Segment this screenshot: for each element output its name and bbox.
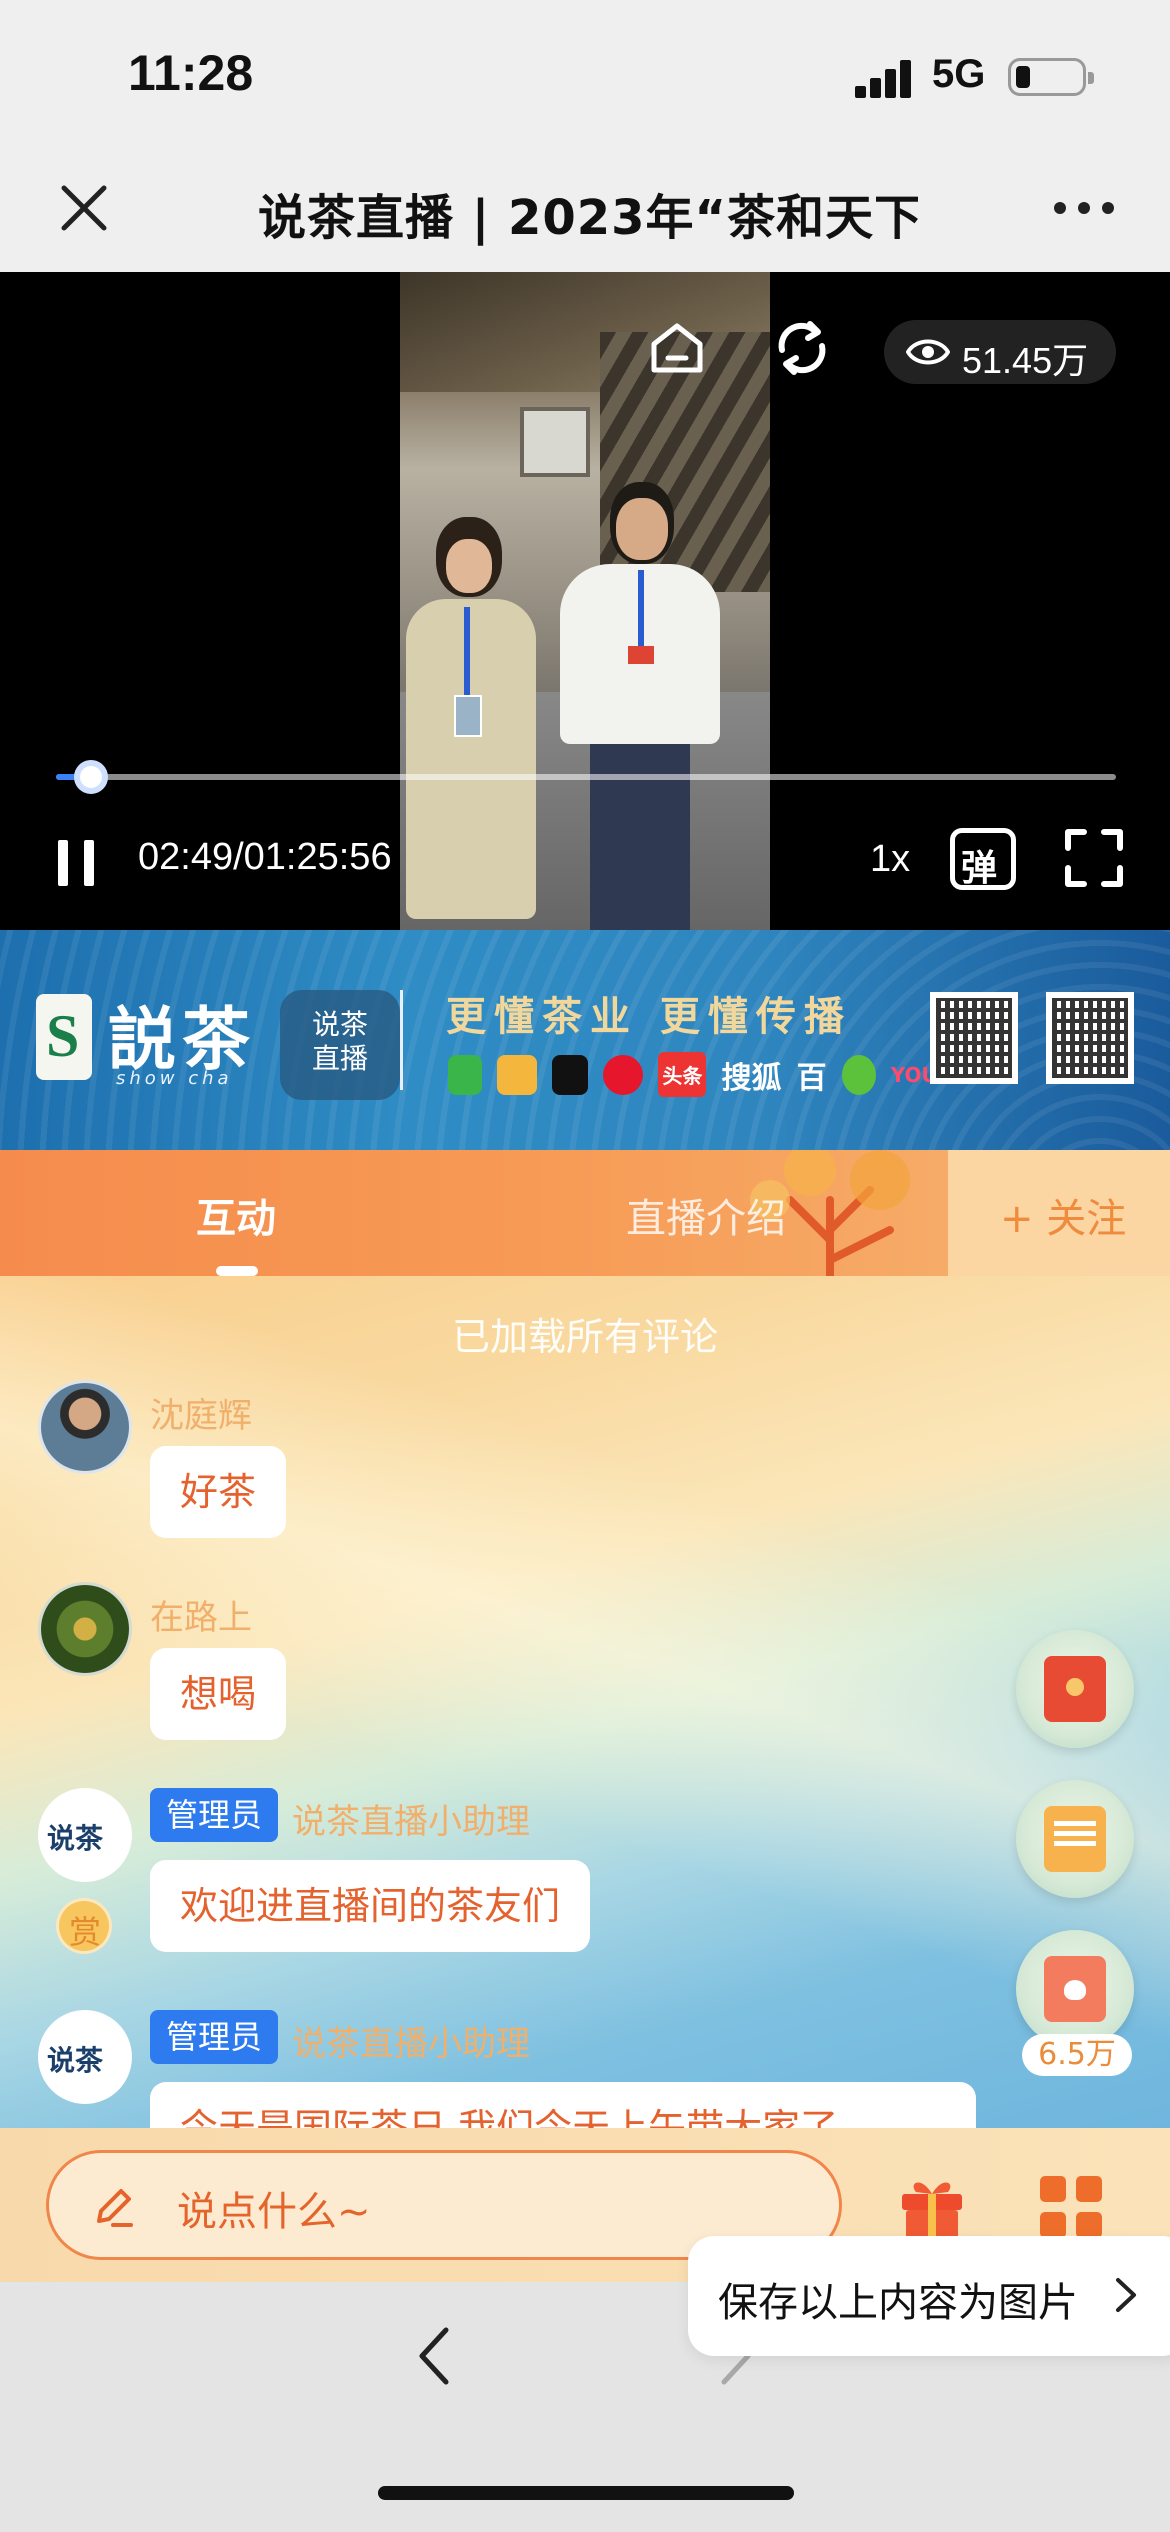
iqiyi-icon — [841, 1054, 876, 1095]
sponsor-banner[interactable]: S 説茶 show cha 说茶 直播 更懂茶业 更懂传播 头条 搜狐 百 YO… — [0, 930, 1170, 1150]
tab-bar: 互动 直播介绍 + 关注 — [0, 1150, 1170, 1276]
danmu-toggle-icon[interactable]: 弹 — [950, 828, 1016, 890]
view-count-badge: 51.45万 — [884, 320, 1116, 384]
platform-icons: 头条 搜狐 百 YOUKU — [448, 1052, 979, 1097]
presenter-man — [560, 482, 720, 930]
progress-knob[interactable] — [73, 760, 108, 794]
admin-badge: 管理员 — [150, 1788, 279, 1842]
notice-button[interactable] — [1016, 1780, 1134, 1898]
qr-code-2 — [1046, 992, 1134, 1084]
current-time: 02:49 — [138, 836, 234, 878]
follow-label: + 关注 — [1000, 1196, 1127, 1242]
live-seal: 说茶 直播 — [280, 990, 400, 1100]
banner-brand-sub: show cha — [116, 1068, 233, 1089]
battery-icon — [1008, 58, 1094, 96]
home-indicator[interactable] — [378, 2486, 794, 2500]
avatar[interactable] — [38, 1582, 132, 1676]
progress-bar[interactable] — [56, 760, 1116, 794]
banner-slogan: 更懂茶业 更懂传播 — [446, 993, 852, 1040]
status-time: 11:28 — [128, 45, 254, 101]
nickname: 说茶直播小助理 — [292, 2024, 530, 2064]
gift-count-badge: 6.5万 — [1022, 2034, 1132, 2076]
gift-icon[interactable] — [896, 2172, 968, 2242]
back-arrow-icon[interactable] — [414, 2324, 454, 2388]
fullscreen-icon[interactable] — [1064, 828, 1124, 888]
banner-divider — [400, 990, 403, 1090]
comment-placeholder: 说点什么~ — [177, 2189, 371, 2235]
pause-icon[interactable] — [56, 840, 96, 886]
message-bubble: 欢迎进直播间的茶友们 — [150, 1860, 591, 1952]
time-readout: 02:49/01:25:56 — [138, 836, 392, 879]
video-frame — [400, 272, 770, 930]
channels-icon — [497, 1054, 538, 1095]
chat-area[interactable]: 已加载所有评论 沈庭辉 好茶 在路上 想喝 说茶 赏 管理员 说茶直播小助理 欢… — [0, 1276, 1170, 2128]
reward-button[interactable]: 赏 — [56, 1898, 112, 1954]
wechat-icon — [448, 1054, 482, 1095]
apps-grid-icon[interactable] — [1040, 2176, 1102, 2238]
duration: 01:25:56 — [243, 836, 392, 878]
admin-badge: 管理员 — [150, 2010, 279, 2064]
nickname: 说茶直播小助理 — [292, 1802, 530, 1842]
gift-box-button[interactable] — [1016, 1930, 1134, 2048]
gift-heart-icon — [1044, 1956, 1106, 2022]
red-envelope-icon — [1044, 1656, 1106, 1722]
danmu-label: 弹 — [961, 848, 998, 889]
tab-live-intro[interactable]: 直播介绍 — [626, 1186, 786, 1244]
playback-speed-button[interactable]: 1x — [870, 838, 910, 881]
toutiao-label: 头条 — [658, 1052, 707, 1097]
avatar[interactable] — [38, 1380, 132, 1474]
avatar[interactable]: 说茶 — [38, 2010, 132, 2104]
loaded-all-notice: 已加载所有评论 — [451, 1315, 718, 1359]
sohu-label: 搜狐 — [721, 1060, 782, 1096]
avatar[interactable]: 说茶 — [38, 1788, 132, 1882]
home-icon[interactable] — [648, 320, 706, 376]
chevron-right-icon — [1116, 2278, 1136, 2312]
browser-navbar: 说茶直播 | 2023年“茶和天下 — [0, 150, 1170, 272]
list-icon — [1044, 1806, 1106, 1872]
view-count: 51.45万 — [962, 340, 1089, 381]
time-separator: / — [233, 836, 244, 878]
more-icon[interactable] — [1054, 202, 1114, 216]
video-player[interactable]: 51.45万 02:49/01:25:56 1x 弹 — [0, 272, 1170, 930]
refresh-icon[interactable] — [770, 316, 834, 380]
active-tab-indicator — [216, 1266, 258, 1276]
seal-text: 说茶 直播 — [311, 1008, 368, 1075]
avatar-text: 说茶 — [47, 2044, 104, 2077]
eye-icon — [906, 339, 950, 365]
avatar-text: 说茶 — [47, 1822, 104, 1855]
cellular-signal-icon — [855, 58, 915, 98]
baidu-label: 百 — [796, 1060, 827, 1096]
reward-label: 赏 — [69, 1913, 102, 1951]
status-bar: 11:28 5G — [0, 0, 1170, 150]
pencil-icon — [97, 2189, 133, 2227]
nickname: 在路上 — [150, 1598, 252, 1638]
weibo-icon — [603, 1054, 644, 1095]
save-as-image-button[interactable]: 保存以上内容为图片 — [688, 2236, 1170, 2356]
save-as-image-label: 保存以上内容为图片 — [718, 2280, 1078, 2326]
message-bubble: 今天是国际茶日 我们今天上午带大家了 — [150, 2082, 976, 2128]
qr-code-1 — [930, 992, 1018, 1084]
douyin-icon — [552, 1054, 589, 1095]
tab-interaction[interactable]: 互动 — [196, 1186, 276, 1244]
page-title: 说茶直播 | 2023年“茶和天下 — [258, 190, 918, 246]
close-icon[interactable] — [56, 180, 112, 236]
follow-button[interactable]: + 关注 — [948, 1150, 1170, 1276]
nickname: 沈庭辉 — [150, 1396, 252, 1436]
red-packet-button[interactable] — [1016, 1630, 1134, 1748]
message-bubble: 想喝 — [150, 1648, 287, 1740]
brand-logo-icon: S — [36, 994, 92, 1080]
network-type: 5G — [932, 52, 986, 96]
presenter-woman — [406, 517, 536, 930]
message-bubble: 好茶 — [150, 1446, 287, 1538]
